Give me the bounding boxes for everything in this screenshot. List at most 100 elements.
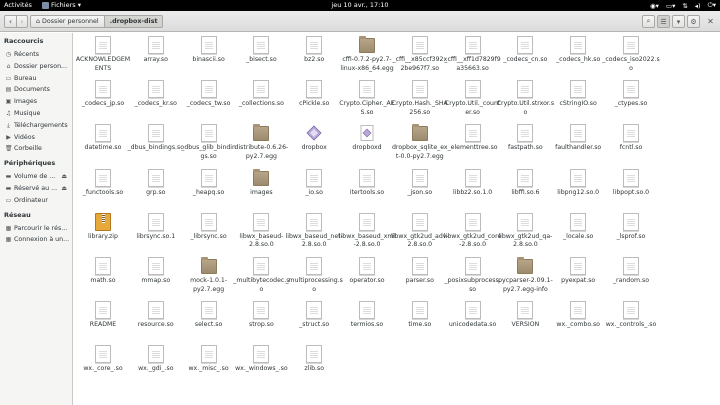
forward-button[interactable]: ›	[16, 16, 27, 27]
crumb-current[interactable]: .dropbox-dist	[104, 15, 164, 28]
file-name: wx._windows_.so	[235, 365, 288, 373]
file-name: libwx_baseud-2.8.so.0	[239, 232, 284, 249]
executable-icon	[306, 125, 322, 141]
sidebar-section-title: Périphériques	[4, 159, 56, 168]
archive-icon	[95, 212, 111, 231]
gear-icon: ⚙	[690, 17, 697, 26]
file-name: termios.so	[350, 321, 384, 329]
sidebar-item[interactable]: ▭ Bureau	[0, 73, 72, 84]
close-button[interactable]: ✕	[705, 16, 716, 27]
file-name: array.so	[143, 56, 168, 63]
search-button[interactable]: ⌕	[642, 15, 655, 28]
sidebar-item-label: Dossier person...	[14, 62, 68, 70]
settings-button[interactable]: ⚙	[687, 15, 700, 28]
sidebar-item[interactable]: ▬ Réservé au ... ⏏	[0, 183, 72, 194]
file-name: binascii.so	[192, 56, 225, 63]
sidebar-item[interactable]: ▦ Connexion à un...	[0, 234, 72, 245]
document-icon	[464, 124, 481, 143]
document-icon	[464, 301, 481, 320]
accessibility-icon[interactable]: ◉▾	[650, 2, 659, 10]
sidebar-item-label: Bureau	[14, 74, 37, 82]
crumb-home[interactable]: ⌂ Dossier personnel	[30, 15, 105, 28]
file-item[interactable]: wx._windows_.so	[232, 345, 290, 401]
file-item[interactable]: unicodedata.so	[444, 301, 502, 357]
document-icon	[570, 212, 587, 231]
sidebar-item[interactable]: ⌂ Dossier person...	[0, 61, 72, 72]
file-name: ACKNOWLEDGEMENTS	[75, 56, 131, 72]
home-icon: ⌂	[6, 62, 11, 70]
sidebar-item[interactable]: ♫ Musique	[0, 108, 72, 119]
system-tray[interactable]: ◉▾ ▭▾ ⇅ ◂) ⏻▾	[650, 1, 716, 10]
file-name: library.zip	[88, 232, 118, 240]
file-item[interactable]: wx._combo.so	[549, 301, 607, 357]
document-icon	[95, 301, 111, 320]
sidebar-item[interactable]: ▬ Volume de ... ⏏	[0, 171, 72, 182]
view-options-button[interactable]: ▾	[672, 15, 685, 28]
document-icon	[200, 80, 217, 99]
document-icon	[464, 257, 481, 275]
sidebar-item-label: Réservé au ...	[14, 185, 58, 192]
network-browse-icon: ▦	[5, 224, 12, 232]
clock[interactable]: jeu 10 avr., 17:10	[0, 1, 720, 9]
file-item[interactable]: VERSION	[496, 301, 554, 357]
file-name: unicodedata.so	[448, 321, 497, 329]
document-icon	[411, 80, 428, 99]
top-bar: Activités Fichiers ▾ jeu 10 avr., 17:10 …	[0, 0, 720, 11]
document-icon	[623, 80, 639, 99]
sidebar-item[interactable]: ⤓ Téléchargements	[0, 120, 72, 131]
file-item[interactable]: wx._controls_.so	[602, 301, 660, 357]
sidebar-item[interactable]: ▦ Parcourir le rés...	[0, 223, 72, 234]
document-icon	[359, 257, 375, 275]
keyboard-layout-icon[interactable]: ▭▾	[666, 2, 675, 10]
sidebar-item[interactable]: ▣ Images	[0, 96, 72, 107]
eject-icon[interactable]: ⏏	[61, 185, 67, 192]
crumb-home-label: Dossier personnel	[42, 18, 99, 25]
file-name: fcntl.so	[619, 144, 643, 152]
file-item[interactable]: wx._misc_.so	[180, 345, 238, 401]
sidebar-item[interactable]: ◷ Récents	[0, 49, 72, 60]
document-icon	[517, 80, 534, 99]
sidebar-item-label: Téléchargements	[14, 121, 68, 129]
folder-icon	[411, 124, 428, 142]
sidebar-item[interactable]: ▶ Vidéos	[0, 132, 72, 143]
document-icon	[306, 168, 323, 187]
file-name: _collections.so	[238, 100, 284, 108]
file-name: images	[250, 188, 273, 196]
document-icon	[253, 80, 270, 99]
sidebar-item[interactable]: 🗑 Corbeille	[0, 143, 72, 154]
document-icon	[517, 168, 534, 187]
view-mode-button[interactable]: ☰	[657, 15, 670, 28]
file-grid[interactable]: ACKNOWLEDGEMENTS array.so binascii.so _bise…	[74, 33, 720, 405]
file-name: _codecs_cn.so	[503, 56, 548, 63]
file-name: operator.so	[349, 277, 385, 284]
document-icon	[200, 301, 217, 320]
sidebar-item[interactable]: ▭ Ordinateur	[0, 195, 72, 206]
file-item[interactable]: termios.so	[338, 301, 396, 357]
document-icon	[517, 36, 534, 54]
file-name: strop.so	[249, 321, 274, 329]
file-item[interactable]: zlib.so	[285, 345, 343, 401]
folder-icon	[517, 257, 534, 274]
document-icon	[517, 212, 534, 231]
chevron-left-icon: ‹	[8, 17, 13, 26]
sidebar-item[interactable]: ▤ Documents	[0, 84, 72, 95]
back-button[interactable]: ‹	[5, 16, 16, 27]
file-item[interactable]: wx._gdi_.so	[127, 345, 185, 401]
file-name: _multibytecodec.so	[233, 277, 290, 293]
search-icon: ⌕	[646, 17, 651, 25]
file-name: libwx_baseud_net-2.8.so.0	[285, 232, 343, 249]
document-icon	[570, 257, 587, 275]
file-item[interactable]: time.so	[391, 301, 449, 357]
sidebar-item-label: Récents	[14, 51, 40, 58]
eject-icon[interactable]: ⏏	[61, 173, 67, 180]
file-name: faulthandler.so	[555, 144, 602, 152]
file-name: wx._core_.so	[83, 365, 123, 373]
app-menu[interactable]: Fichiers ▾	[42, 1, 81, 9]
file-item[interactable]: wx._core_.so	[74, 345, 132, 401]
file-name: zlib.so	[304, 365, 324, 373]
document-icon	[570, 301, 587, 320]
music-icon: ♫	[5, 110, 12, 117]
activities-button[interactable]: Activités	[4, 1, 32, 9]
file-name: _cffi__xff1d7829f9a35663.so	[444, 56, 501, 72]
folder-icon	[253, 168, 270, 186]
